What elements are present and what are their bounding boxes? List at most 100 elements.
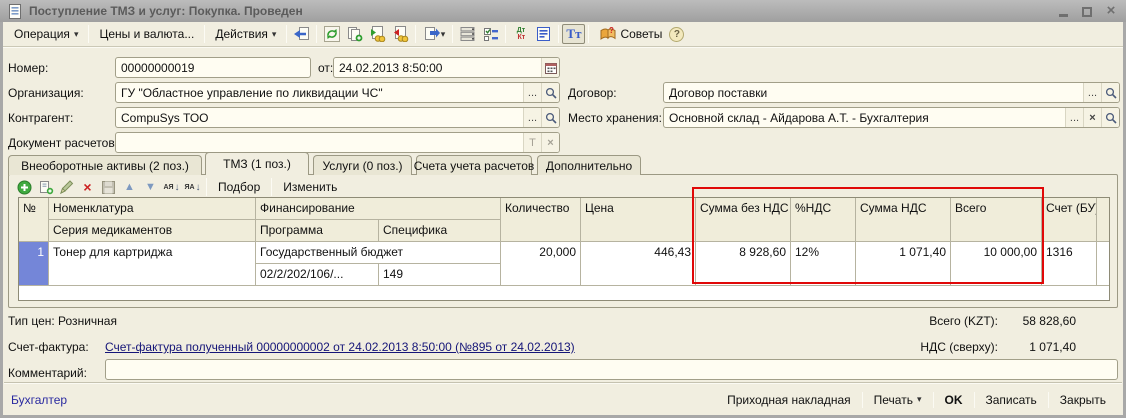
choose-button[interactable]: ... xyxy=(523,83,541,102)
close-button[interactable]: × xyxy=(1104,5,1118,17)
add-row-button[interactable] xyxy=(14,178,35,196)
settlement-doc-field[interactable]: Т × xyxy=(115,132,560,153)
minimize-button[interactable] xyxy=(1056,5,1070,17)
checklist-button[interactable] xyxy=(479,24,502,44)
choose-button[interactable]: ... xyxy=(1083,83,1101,102)
pick-button[interactable]: Подбор xyxy=(210,180,268,194)
invoice-link[interactable]: Счет-фактура полученный 00000000002 от 2… xyxy=(105,340,575,354)
sort-asc-button[interactable]: АЯ↓ xyxy=(161,178,182,196)
separator xyxy=(286,25,287,43)
responsible-user-link[interactable]: Бухгалтер xyxy=(11,393,67,407)
organization-field[interactable]: ГУ "Областное управление по ликвидации Ч… xyxy=(115,82,560,103)
tab-settlement-accounts[interactable]: Счета учета расчетов xyxy=(416,155,532,175)
counterparty-field[interactable]: CompuSys ТОО ... xyxy=(115,107,560,128)
tips-button[interactable]: ? Советы xyxy=(592,24,669,44)
enter-on-basis-out-button[interactable] xyxy=(389,24,412,44)
copy-row-icon xyxy=(38,180,54,195)
choose-button[interactable]: ... xyxy=(1065,108,1083,127)
ok-button[interactable]: OK xyxy=(936,393,972,407)
financing-cell[interactable]: Государственный бюджет xyxy=(256,242,501,264)
operation-menu[interactable]: Операция▾ xyxy=(7,24,85,44)
save-button[interactable]: Записать xyxy=(977,393,1046,407)
specifics-cell[interactable]: 149 xyxy=(379,264,501,286)
quantity-cell[interactable]: 20,000 xyxy=(501,242,581,286)
col-header-nomenclature: Номенклатура xyxy=(49,198,256,220)
col-header-price: Цена xyxy=(581,198,696,242)
maximize-button[interactable] xyxy=(1080,5,1094,17)
magnifier-icon xyxy=(545,87,557,99)
enter-on-basis-in-icon xyxy=(369,26,386,42)
col-header-total: Всего xyxy=(951,198,1042,242)
total-cell[interactable]: 10 000,00 xyxy=(951,242,1042,286)
move-up-button[interactable]: ▲ xyxy=(119,178,140,196)
refresh-icon xyxy=(324,26,340,42)
clear-button[interactable]: × xyxy=(541,133,559,152)
change-button[interactable]: Изменить xyxy=(275,180,345,194)
actions-menu[interactable]: Действия▾ xyxy=(208,24,283,44)
edit-row-button[interactable] xyxy=(56,178,77,196)
open-lookup-button[interactable] xyxy=(541,83,559,102)
copy-row-button[interactable] xyxy=(35,178,56,196)
debit-credit-button[interactable]: ДтКт xyxy=(509,24,532,44)
add-row-icon xyxy=(17,180,32,195)
open-lookup-button[interactable] xyxy=(541,108,559,127)
structure-button[interactable] xyxy=(456,24,479,44)
calendar-button[interactable] xyxy=(541,58,559,77)
vat-pct-cell[interactable]: 12% xyxy=(791,242,856,286)
create-based-menu[interactable]: ▾ xyxy=(419,24,449,44)
comment-field[interactable] xyxy=(105,359,1118,380)
copy-new-button[interactable] xyxy=(343,24,366,44)
separator xyxy=(415,25,416,43)
tab-additional[interactable]: Дополнительно xyxy=(537,155,641,175)
window-title: Поступление ТМЗ и услуг: Покупка. Провед… xyxy=(29,4,303,18)
nomenclature-cell[interactable]: Тонер для картриджа xyxy=(49,242,256,286)
refresh-button[interactable] xyxy=(320,24,343,44)
vat-on-top-label: НДС (сверху): xyxy=(848,340,998,354)
move-down-button[interactable]: ▼ xyxy=(140,178,161,196)
totals-toggle-button[interactable]: Тт xyxy=(562,24,585,44)
price-cell[interactable]: 446,43 xyxy=(581,242,696,286)
contract-field[interactable]: Договор поставки ... xyxy=(663,82,1120,103)
tab-services[interactable]: Услуги (0 поз.) xyxy=(313,155,412,175)
report-button[interactable] xyxy=(532,24,555,44)
col-header-vat-sum: Сумма НДС xyxy=(856,198,951,242)
table-toolbar: × ▲ ▼ АЯ↓ ЯА↓ Подбор Изменить xyxy=(14,177,345,197)
choose-button[interactable]: ... xyxy=(523,108,541,127)
sum-wo-vat-cell[interactable]: 8 928,60 xyxy=(696,242,791,286)
separator xyxy=(558,25,559,43)
date-field[interactable]: 24.02.2013 8:50:00 xyxy=(333,57,560,78)
prices-currency-button[interactable]: Цены и валюта... xyxy=(92,24,201,44)
text-edit-button[interactable]: Т xyxy=(523,133,541,152)
warehouse-field[interactable]: Основной склад - Айдарова А.Т. - Бухгалт… xyxy=(663,107,1120,128)
delete-row-button[interactable]: × xyxy=(77,178,98,196)
help-icon[interactable]: ? xyxy=(669,27,684,42)
post-document-button[interactable] xyxy=(290,24,313,44)
close-form-button[interactable]: Закрыть xyxy=(1051,393,1115,407)
clear-button[interactable]: × xyxy=(1083,108,1101,127)
save-order-button[interactable] xyxy=(98,178,119,196)
open-lookup-button[interactable] xyxy=(1101,83,1119,102)
print-button[interactable]: Печать▾ xyxy=(865,393,931,407)
separator xyxy=(204,25,205,43)
svg-text:?: ? xyxy=(609,26,614,35)
tab-noncurrent-assets[interactable]: Внеоборотные активы (2 поз.) xyxy=(8,155,202,175)
vat-sum-cell[interactable]: 1 071,40 xyxy=(856,242,951,286)
invoice-label: Счет-фактура: xyxy=(8,340,89,354)
receipt-note-button[interactable]: Приходная накладная xyxy=(718,393,860,407)
separator xyxy=(316,25,317,43)
tips-book-icon: ? xyxy=(599,26,616,42)
account-cell[interactable]: 1316 xyxy=(1042,242,1097,286)
price-type-text: Тип цен: Розничная xyxy=(8,314,117,328)
sort-desc-button[interactable]: ЯА↓ xyxy=(182,178,203,196)
row-number-cell[interactable]: 1 xyxy=(19,242,49,286)
col-header-account: Счет (БУ) xyxy=(1042,198,1097,242)
separator xyxy=(588,25,589,43)
debit-credit-icon: ДтКт xyxy=(517,27,525,41)
number-field[interactable]: 00000000019 xyxy=(115,57,311,78)
open-lookup-button[interactable] xyxy=(1101,108,1119,127)
separator xyxy=(452,25,453,43)
program-cell[interactable]: 02/2/202/106/... xyxy=(256,264,379,286)
enter-on-basis-in-button[interactable] xyxy=(366,24,389,44)
edit-row-icon xyxy=(59,180,74,195)
tab-tmz[interactable]: ТМЗ (1 поз.) xyxy=(205,152,309,175)
